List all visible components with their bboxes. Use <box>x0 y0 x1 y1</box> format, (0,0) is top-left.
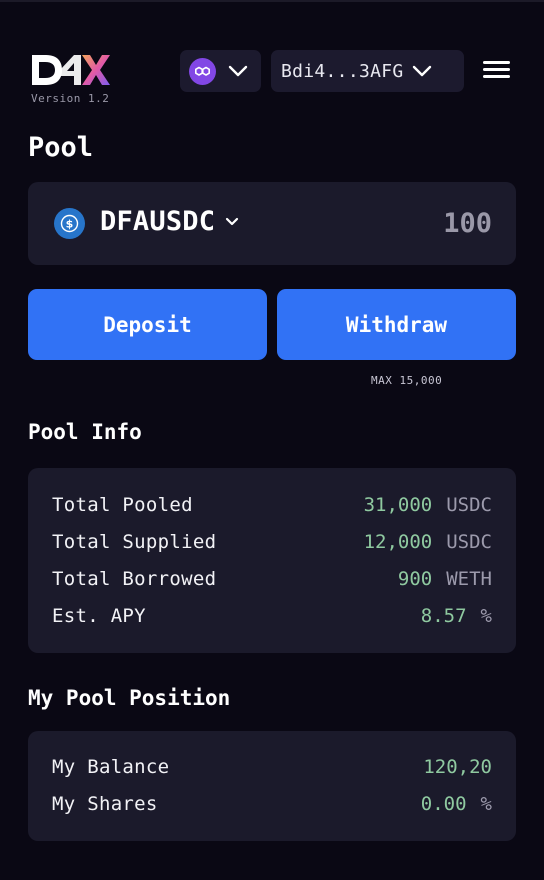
position-row-my-shares: My Shares 0.00% <box>52 791 492 817</box>
row-label: Total Pooled <box>52 494 193 516</box>
page-title: Pool <box>28 132 94 163</box>
withdraw-max-note: MAX 15,000 <box>371 374 443 387</box>
version-label: Version 1.2 <box>31 92 110 105</box>
info-row-total-pooled: Total Pooled 31,000 USDC <box>52 492 492 518</box>
amount-input[interactable] <box>332 204 492 242</box>
row-label: My Shares <box>52 793 158 815</box>
row-value: 0.00 <box>420 793 467 815</box>
usdc-icon: $ <box>54 208 85 239</box>
row-unit: % <box>480 605 492 627</box>
row-label: Est. APY <box>52 605 146 627</box>
pool-selector-card: $ DFAUSDC <box>28 182 516 265</box>
row-unit: WETH <box>446 568 492 590</box>
wallet-address-button[interactable]: Bdi4...3AFG <box>271 50 464 92</box>
polygon-icon <box>189 57 216 85</box>
d4x-logo[interactable] <box>30 52 112 88</box>
row-value: 120,20 <box>423 756 492 778</box>
pool-info-title: Pool Info <box>28 420 142 444</box>
top-divider <box>0 0 544 2</box>
svg-text:$: $ <box>66 218 74 231</box>
chevron-down-icon <box>228 65 248 77</box>
network-selector[interactable] <box>180 50 261 92</box>
row-value: 8.57 <box>420 605 467 627</box>
chevron-down-icon <box>412 65 431 77</box>
info-row-total-supplied: Total Supplied 12,000 USDC <box>52 529 492 555</box>
row-value: 31,000 <box>363 494 433 516</box>
withdraw-button[interactable]: Withdraw <box>277 289 516 360</box>
row-label: Total Borrowed <box>52 568 217 590</box>
wallet-address: Bdi4...3AFG <box>281 60 404 82</box>
chevron-down-icon <box>226 217 239 226</box>
position-row-my-balance: My Balance 120,20 <box>52 754 492 780</box>
info-row-est-apy: Est. APY 8.57% <box>52 603 492 629</box>
row-label: My Balance <box>52 756 170 778</box>
row-unit: USDC <box>446 494 492 516</box>
pool-dropdown[interactable]: DFAUSDC <box>100 206 239 237</box>
my-position-card: My Balance 120,20 My Shares 0.00% <box>28 731 516 841</box>
row-unit: USDC <box>446 531 492 553</box>
info-row-total-borrowed: Total Borrowed 900 WETH <box>52 566 492 592</box>
row-unit: % <box>480 793 492 815</box>
pool-name: DFAUSDC <box>100 206 216 237</box>
row-label: Total Supplied <box>52 531 217 553</box>
hamburger-menu-icon[interactable] <box>483 61 510 81</box>
deposit-button[interactable]: Deposit <box>28 289 267 360</box>
my-position-title: My Pool Position <box>28 686 231 710</box>
row-value: 12,000 <box>363 531 433 553</box>
row-value: 900 <box>397 568 433 590</box>
pool-info-card: Total Pooled 31,000 USDC Total Supplied 1… <box>28 468 516 653</box>
